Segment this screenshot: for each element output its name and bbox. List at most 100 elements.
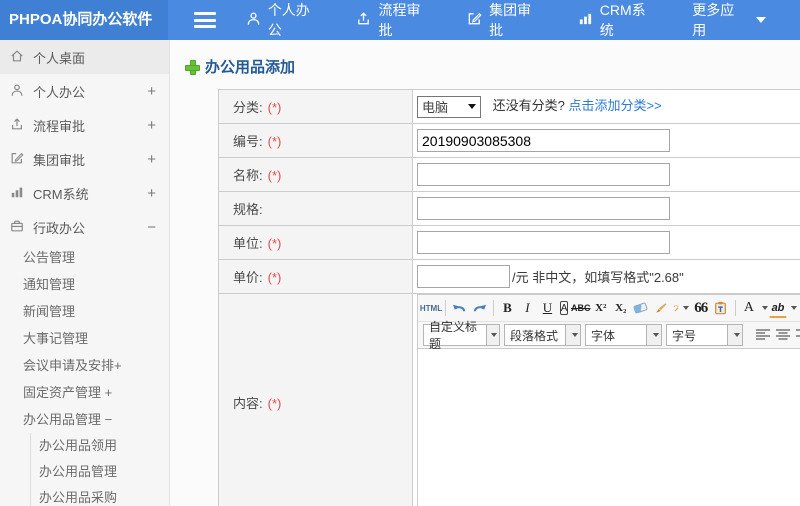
add-supply-form: 分类: (*) 电脑 还没有分类? 点击添加分类>> 编号: (*) 20190…	[218, 89, 800, 506]
sidebar-item-group-approval[interactable]: 集团审批 +	[0, 142, 169, 176]
unit-label: 单位:	[233, 236, 263, 251]
strikethrough-button[interactable]: ABC	[571, 298, 591, 318]
redo-icon[interactable]	[470, 298, 488, 318]
italic-button[interactable]: I	[518, 298, 536, 318]
caret-down-icon	[790, 306, 797, 310]
plus-icon	[185, 60, 200, 75]
nav-group-approval[interactable]: 集团审批	[467, 0, 544, 40]
font-family-dropdown[interactable]: 字体	[585, 324, 662, 346]
category-label: 分类:	[233, 100, 263, 115]
content-label: 内容:	[233, 395, 263, 411]
row-category: 分类: (*) 电脑 还没有分类? 点击添加分类>>	[218, 89, 800, 124]
sidebar-item-supplies-manage[interactable]: 办公用品管理	[31, 459, 169, 485]
page-title: 办公用品添加	[185, 56, 800, 77]
sidebar-item-workflow-approval[interactable]: 流程审批 +	[0, 108, 169, 142]
price-input[interactable]	[417, 265, 510, 288]
admin-office-submenu: 公告管理 通知管理 新闻管理 大事记管理 会议申请及安排+ 固定资产管理 + 办…	[0, 244, 169, 506]
required-mark: (*)	[267, 236, 282, 251]
bold-button[interactable]: B	[498, 298, 516, 318]
caret-down-icon	[761, 306, 768, 310]
expander-plus: +	[147, 116, 156, 134]
hamburger-menu-icon[interactable]	[194, 12, 216, 28]
sidebar-item-fixed-assets-mgmt[interactable]: 固定资产管理 +	[0, 379, 169, 406]
highlight-color-button[interactable]: ab	[768, 298, 787, 318]
editor-toolbar-row2: 自定义标题 段落格式 字体 字号	[418, 320, 800, 351]
no-category-hint: 还没有分类?	[492, 98, 565, 114]
font-color-button[interactable]: A	[740, 298, 758, 318]
sidebar-item-personal-office[interactable]: 个人办公 +	[0, 74, 169, 108]
unit-input[interactable]	[417, 231, 670, 254]
required-mark: (*)	[267, 270, 282, 285]
char-border-button[interactable]: A	[560, 301, 568, 315]
flow-icon	[10, 117, 24, 134]
underline-button[interactable]: U	[538, 298, 556, 318]
top-navigation: 个人办公 流程审批 集团审批 CRM系统 更多应用	[246, 0, 800, 40]
name-input[interactable]	[417, 163, 670, 186]
chart-icon	[10, 185, 24, 202]
spec-label: 规格:	[233, 202, 263, 217]
price-format-hint: /元 非中文，如填写格式"2.68"	[512, 269, 684, 285]
required-mark: (*)	[267, 134, 282, 149]
sidebar-item-personal-desktop[interactable]: 个人桌面	[0, 40, 169, 74]
nav-personal-office[interactable]: 个人办公	[246, 0, 323, 40]
eraser-icon[interactable]	[632, 298, 650, 318]
code-label: 编号:	[233, 134, 263, 149]
required-mark: (*)	[267, 100, 282, 115]
briefcase-icon	[10, 219, 24, 236]
sidebar-item-meeting-mgmt[interactable]: 会议申请及安排+	[0, 352, 169, 379]
user-icon	[246, 11, 268, 29]
sidebar-item-notice-mgmt[interactable]: 通知管理	[0, 271, 169, 298]
spec-input[interactable]	[417, 197, 670, 220]
custom-title-dropdown[interactable]: 自定义标题	[423, 320, 500, 351]
sidebar-item-supplies-requisition[interactable]: 办公用品领用	[31, 433, 169, 459]
row-spec: 规格:	[218, 191, 800, 226]
font-size-dropdown[interactable]: 字号	[666, 324, 743, 346]
align-right-icon[interactable]	[794, 325, 800, 345]
subscript-button[interactable]: X₂	[612, 298, 630, 318]
code-input[interactable]	[417, 129, 670, 152]
expander-minus: −	[147, 218, 156, 236]
paragraph-format-dropdown[interactable]: 段落格式	[504, 324, 581, 346]
required-mark: (*)	[267, 168, 282, 183]
row-name: 名称: (*)	[218, 157, 800, 192]
sidebar-item-news-mgmt[interactable]: 新闻管理	[0, 298, 169, 325]
category-select[interactable]: 电脑	[417, 95, 481, 118]
align-center-icon[interactable]	[774, 325, 792, 345]
sidebar-item-crm-system[interactable]: CRM系统 +	[0, 176, 169, 210]
sidebar-item-supplies-purchase[interactable]: 办公用品采购	[31, 485, 169, 506]
home-icon	[10, 49, 24, 66]
expander-plus: +	[147, 184, 156, 202]
rich-text-editor: HTML B I U A ABC X² X₂ 66 A ab 自定义标题 段落格…	[417, 294, 800, 506]
user-icon	[10, 83, 24, 100]
chart-icon	[578, 11, 600, 29]
row-unit: 单位: (*)	[218, 225, 800, 260]
sidebar-item-announcement-mgmt[interactable]: 公告管理	[0, 244, 169, 271]
app-logo: PHPOA协同办公软件	[0, 0, 169, 40]
align-left-icon[interactable]	[754, 325, 772, 345]
sidebar: 个人桌面 个人办公 + 流程审批 + 集团审批 + CRM系统 + 行政办公 −	[0, 40, 170, 506]
nav-workflow-approval[interactable]: 流程审批	[356, 0, 433, 40]
add-category-link[interactable]: 点击添加分类>>	[568, 98, 661, 113]
office-supplies-submenu: 办公用品领用 办公用品管理 办公用品采购	[30, 433, 169, 506]
select-caret-icon	[468, 104, 476, 110]
format-painter-icon[interactable]	[652, 298, 670, 318]
expander-plus: +	[147, 82, 156, 100]
nav-more-apps[interactable]: 更多应用	[692, 0, 766, 40]
main-content: 办公用品添加 分类: (*) 电脑 还没有分类? 点击添加分类>> 编号: (*…	[170, 40, 800, 506]
sidebar-item-office-supplies-mgmt[interactable]: 办公用品管理 −	[0, 406, 169, 433]
auto-typeset-icon[interactable]	[672, 298, 690, 318]
nav-crm-system[interactable]: CRM系统	[578, 0, 658, 40]
edit-icon	[10, 151, 24, 168]
editor-content-area[interactable]	[418, 349, 800, 506]
row-content: 内容: (*) HTML B I U A ABC X² X₂ 66 A ab 自…	[218, 293, 800, 506]
expander-plus: +	[147, 150, 156, 168]
superscript-button[interactable]: X²	[592, 298, 610, 318]
sidebar-item-events-mgmt[interactable]: 大事记管理	[0, 325, 169, 352]
html-source-button[interactable]: HTML	[420, 298, 442, 318]
paste-text-icon[interactable]	[712, 298, 730, 318]
sidebar-item-admin-office[interactable]: 行政办公 −	[0, 210, 169, 244]
price-label: 单价:	[233, 270, 263, 285]
blockquote-button[interactable]: 66	[692, 298, 710, 318]
flow-icon	[356, 11, 378, 29]
undo-icon[interactable]	[450, 298, 468, 318]
